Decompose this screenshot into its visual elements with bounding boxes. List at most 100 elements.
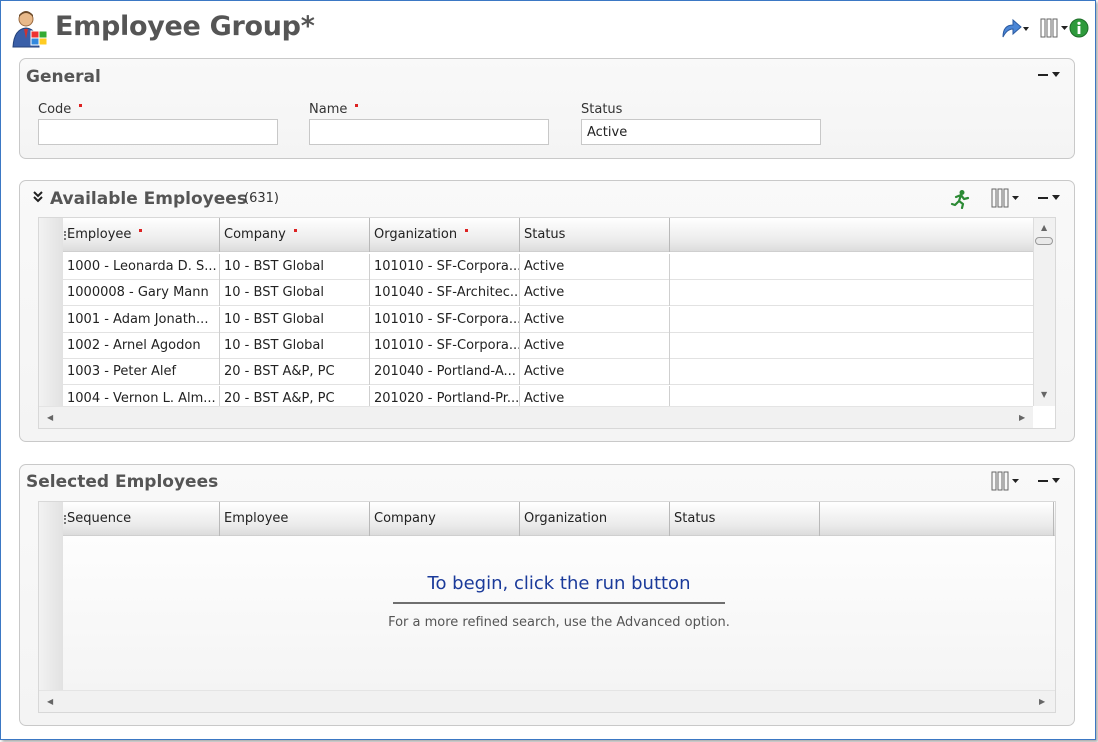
column-header-label: Company <box>224 227 286 242</box>
table-cell[interactable]: 10 - BST Global <box>220 306 370 333</box>
columns-icon[interactable] <box>990 187 1024 213</box>
table-cell[interactable]: 201040 - Portland-A... <box>370 359 520 386</box>
horizontal-scrollbar[interactable]: ◀ ▶ <box>39 690 1055 712</box>
table-cell[interactable]: 101010 - SF-Corpora... <box>370 332 520 359</box>
column-header-employee[interactable]: Employee <box>220 502 370 536</box>
required-marker <box>139 229 143 232</box>
table-cell[interactable]: 1001 - Adam Jonath... <box>63 306 220 333</box>
table-row[interactable]: 1000 - Leonarda D. S... 10 - BST Global 10… <box>63 254 1033 280</box>
column-header-label: Employee <box>67 227 132 242</box>
column-header-company[interactable]: Company <box>220 218 370 252</box>
table-cell[interactable]: 1004 - Vernon L. Alm... <box>63 385 220 406</box>
column-header-label: Status <box>674 511 716 526</box>
table-cell[interactable]: 20 - BST A&P, PC <box>220 385 370 406</box>
required-marker <box>79 104 83 107</box>
header-grip-icon <box>64 515 66 524</box>
scroll-up-arrow-icon[interactable]: ▲ <box>1041 223 1047 233</box>
vertical-scrollbar[interactable]: ▲ ▼ <box>1033 218 1055 406</box>
table-cell[interactable]: 101010 - SF-Corpora... <box>370 306 520 333</box>
table-cell[interactable]: Active <box>520 280 670 307</box>
page-title: Employee Group* <box>55 11 315 42</box>
table-cell[interactable]: 1000 - Leonarda D. S... <box>63 254 220 280</box>
message-divider <box>393 602 725 604</box>
required-marker <box>293 229 297 232</box>
advanced-hint-message: For a more refined search, use the Advan… <box>388 615 730 630</box>
selected-employees-panel: Selected Employees Sequence Employee Com… <box>19 464 1075 726</box>
column-header-label: Status <box>524 227 566 242</box>
column-header-organization[interactable]: Organization <box>370 218 520 252</box>
column-header-status[interactable]: Status <box>670 502 820 536</box>
table-cell[interactable]: Active <box>520 359 670 386</box>
table-cell[interactable]: 10 - BST Global <box>220 332 370 359</box>
info-icon[interactable] <box>1069 17 1089 43</box>
status-label: Status <box>581 102 623 117</box>
columns-icon[interactable] <box>990 470 1024 496</box>
header-toolbar <box>999 17 1089 41</box>
grid-header: Employee Company Organization Status <box>63 218 1033 252</box>
scroll-left-arrow-icon[interactable]: ◀ <box>47 413 53 423</box>
grid-header: Sequence Employee Company Organization S… <box>63 502 1055 536</box>
code-label-text: Code <box>38 102 72 117</box>
horizontal-scrollbar[interactable]: ◀ ▶ <box>39 406 1033 428</box>
name-label-text: Name <box>309 102 348 117</box>
scroll-right-arrow-icon[interactable]: ▶ <box>1019 413 1025 423</box>
row-selector-strip <box>39 502 63 712</box>
status-input[interactable] <box>581 119 821 145</box>
expand-chevron-icon[interactable] <box>32 190 44 204</box>
name-input[interactable] <box>309 119 549 145</box>
table-cell[interactable]: Active <box>520 332 670 359</box>
column-header-sequence[interactable]: Sequence <box>63 502 220 536</box>
selected-employees-grid: Sequence Employee Company Organization S… <box>38 501 1056 713</box>
available-employees-grid: Employee Company Organization Status 100… <box>38 217 1056 429</box>
collapse-menu-icon[interactable] <box>1038 475 1062 487</box>
code-label: Code <box>38 102 83 117</box>
table-cell[interactable]: 10 - BST Global <box>220 280 370 307</box>
available-employees-count: (631) <box>244 191 279 206</box>
table-cell[interactable]: Active <box>520 385 670 406</box>
table-cell[interactable]: 1003 - Peter Alef <box>63 359 220 386</box>
table-row[interactable]: 1001 - Adam Jonath... 10 - BST Global 1010… <box>63 306 1033 333</box>
required-marker <box>465 229 469 232</box>
collapse-menu-icon[interactable] <box>1038 192 1062 204</box>
column-header-employee[interactable]: Employee <box>63 218 220 252</box>
name-label: Name <box>309 102 359 117</box>
table-row[interactable]: 1004 - Vernon L. Alm... 20 - BST A&P, PC 2… <box>63 385 1033 406</box>
column-header-organization[interactable]: Organization <box>520 502 670 536</box>
column-header-status[interactable]: Status <box>520 218 670 252</box>
table-cell[interactable]: Active <box>520 254 670 280</box>
table-cell[interactable]: 1002 - Arnel Agodon <box>63 332 220 359</box>
share-icon[interactable] <box>999 17 1029 43</box>
table-cell[interactable]: 101040 - SF-Architec... <box>370 280 520 307</box>
collapse-menu-icon[interactable] <box>1038 69 1062 81</box>
scroll-down-arrow-icon[interactable]: ▼ <box>1041 390 1047 400</box>
columns-icon[interactable] <box>1039 17 1069 43</box>
column-header-company[interactable]: Company <box>370 502 520 536</box>
table-cell[interactable]: 101010 - SF-Corpora... <box>370 254 520 280</box>
scroll-left-arrow-icon[interactable]: ◀ <box>47 697 53 707</box>
table-cell[interactable]: 1000008 - Gary Mann <box>63 280 220 307</box>
column-header-label: Employee <box>224 511 289 526</box>
table-cell[interactable]: 10 - BST Global <box>220 254 370 280</box>
column-header-label: Organization <box>374 227 458 242</box>
run-icon[interactable] <box>950 189 970 210</box>
code-input[interactable] <box>38 119 278 145</box>
scroll-right-arrow-icon[interactable]: ▶ <box>1039 697 1045 707</box>
table-row[interactable]: 1003 - Peter Alef 20 - BST A&P, PC 201040 … <box>63 359 1033 386</box>
page-header: Employee Group* <box>9 9 1089 49</box>
window-frame: Employee Group* General Code Name Status… <box>0 0 1096 740</box>
required-marker <box>355 104 359 107</box>
selected-employees-title: Selected Employees <box>26 472 219 492</box>
column-header-label: Company <box>374 511 436 526</box>
table-row[interactable]: 1000008 - Gary Mann 10 - BST Global 101040… <box>63 280 1033 307</box>
scrollbar-thumb[interactable] <box>1035 237 1053 245</box>
table-cell[interactable]: Active <box>520 306 670 333</box>
table-cell[interactable]: 201020 - Portland-Pr... <box>370 385 520 406</box>
header-grip-icon <box>64 231 66 240</box>
run-prompt-message: To begin, click the run button <box>427 573 691 594</box>
general-title: General <box>26 67 101 87</box>
table-row[interactable]: 1002 - Arnel Agodon 10 - BST Global 101010… <box>63 332 1033 359</box>
available-employees-panel: Available Employees (631) Employee Compa… <box>19 180 1075 442</box>
available-employees-title: Available Employees <box>50 189 247 209</box>
grid-body: 1000 - Leonarda D. S... 10 - BST Global 10… <box>63 254 1033 406</box>
table-cell[interactable]: 20 - BST A&P, PC <box>220 359 370 386</box>
